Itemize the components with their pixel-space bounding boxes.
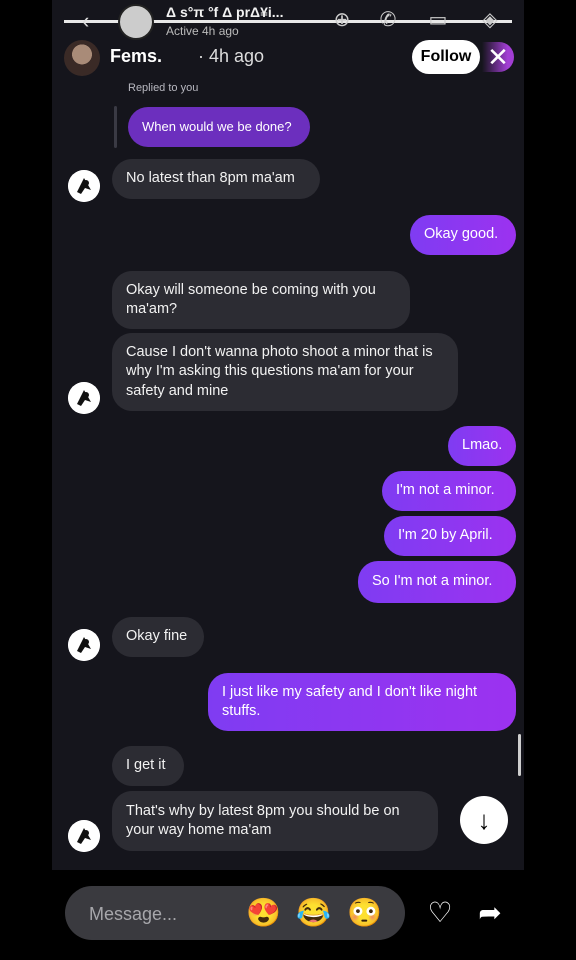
sender-avatar[interactable] xyxy=(68,382,100,414)
message-in[interactable]: Okay fine xyxy=(112,617,204,657)
message-input[interactable] xyxy=(87,886,241,942)
message-out[interactable]: I'm 20 by April. xyxy=(384,516,516,556)
message-out[interactable]: Lmao. xyxy=(448,426,516,466)
thread-title[interactable]: Δ s°π °f Δ prΔ¥i... xyxy=(166,4,283,20)
active-status: Active 4h ago xyxy=(166,24,239,38)
follow-button[interactable]: Follow xyxy=(412,40,480,74)
message-out[interactable]: I just like my safety and I don't like n… xyxy=(208,673,516,731)
sender-avatar[interactable] xyxy=(68,170,100,202)
message-out[interactable]: I'm not a minor. xyxy=(382,471,516,511)
thread-header: ‹ Δ s°π °f Δ prΔ¥i... Active 4h ago ⊕ ✆ … xyxy=(52,0,524,40)
story-avatar[interactable] xyxy=(64,40,100,76)
reply-label: Replied to you xyxy=(128,82,199,94)
message-in[interactable]: That's why by latest 8pm you should be o… xyxy=(112,791,438,851)
chat-screen: ‹ Δ s°π °f Δ prΔ¥i... Active 4h ago ⊕ ✆ … xyxy=(52,0,524,870)
heart-icon[interactable]: ♡ xyxy=(423,896,457,930)
message-out[interactable]: Okay good. xyxy=(410,215,516,255)
reply-indicator xyxy=(114,106,117,148)
tag-icon[interactable]: ◈ xyxy=(478,8,502,32)
sender-avatar[interactable] xyxy=(68,820,100,852)
message-in[interactable]: No latest than 8pm ma'am xyxy=(112,159,320,199)
message-in[interactable]: I get it xyxy=(112,746,184,786)
laughing-emoji-icon[interactable]: 😂 xyxy=(296,896,331,930)
story-username[interactable]: Fems. xyxy=(110,46,162,67)
sender-avatar[interactable] xyxy=(68,629,100,661)
message-in[interactable]: Okay will someone be coming with you ma'… xyxy=(112,271,410,329)
message-out[interactable]: So I'm not a minor. xyxy=(358,561,516,603)
message-composer: 😍 😂 😳 xyxy=(65,886,405,942)
phone-icon[interactable]: ✆ xyxy=(376,8,400,32)
close-icon[interactable]: ✕ xyxy=(482,42,514,72)
arrow-down-icon[interactable]: ↓ xyxy=(460,796,508,844)
chevron-left-icon[interactable]: ‹ xyxy=(82,8,89,34)
scrollbar[interactable] xyxy=(518,734,521,776)
story-row: Fems. · 4h ago Follow ✕ xyxy=(52,38,524,76)
add-icon[interactable]: ⊕ xyxy=(330,8,354,32)
flushed-emoji-icon[interactable]: 😳 xyxy=(347,896,382,930)
quoted-message[interactable]: When would we be done? xyxy=(128,107,310,147)
story-time: · 4h ago xyxy=(198,46,265,66)
video-icon[interactable]: ▭ xyxy=(426,8,450,32)
share-icon[interactable]: ➦ xyxy=(473,896,507,930)
heart-eyes-emoji-icon[interactable]: 😍 xyxy=(246,896,281,930)
message-in[interactable]: Cause I don't wanna photo shoot a minor … xyxy=(112,333,458,411)
thread-avatar[interactable] xyxy=(118,4,154,40)
